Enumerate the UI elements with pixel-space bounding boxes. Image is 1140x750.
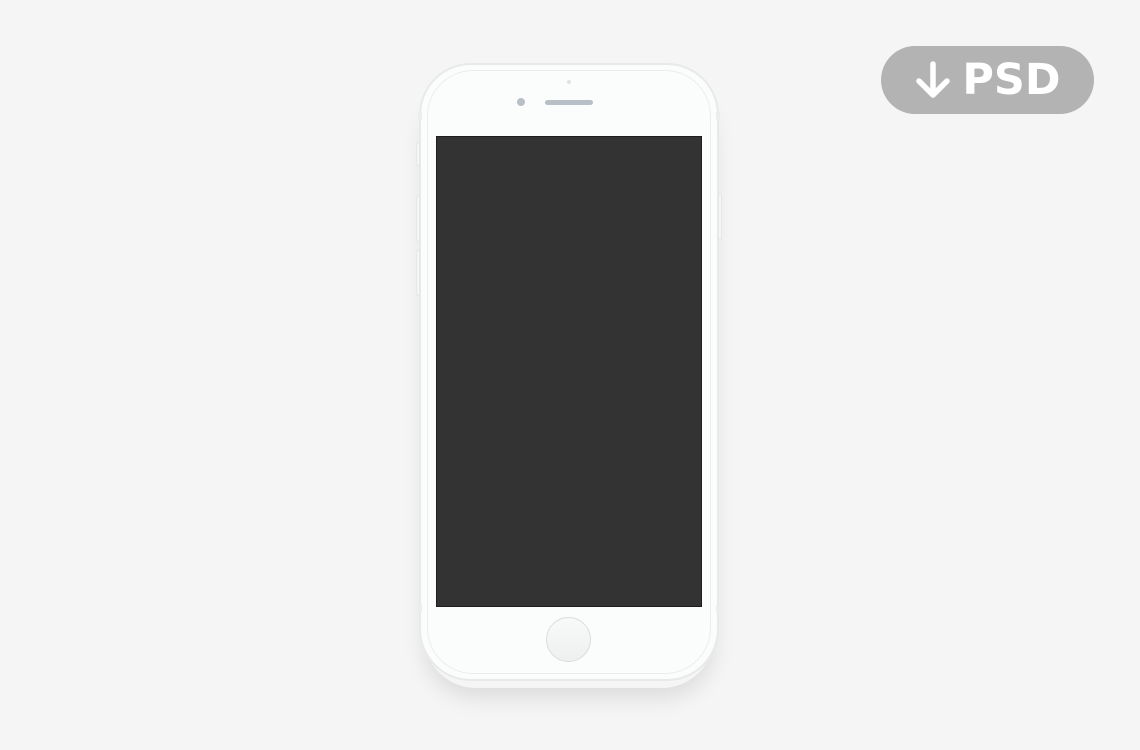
home-button xyxy=(546,617,591,662)
proximity-sensor xyxy=(567,80,571,84)
mute-switch xyxy=(416,142,420,166)
arrow-down-icon xyxy=(916,61,951,98)
volume-up-button xyxy=(416,196,420,242)
phone-screen xyxy=(436,136,702,607)
antenna-band xyxy=(418,112,422,119)
volume-down-button xyxy=(416,250,420,296)
front-camera-icon xyxy=(517,98,525,106)
power-button xyxy=(718,194,722,240)
antenna-band xyxy=(716,112,720,119)
download-psd-button[interactable]: PSD xyxy=(881,46,1094,114)
download-label: PSD xyxy=(962,55,1061,105)
antenna-band xyxy=(716,605,720,612)
antenna-band xyxy=(418,605,422,612)
earpiece-speaker xyxy=(545,100,593,105)
